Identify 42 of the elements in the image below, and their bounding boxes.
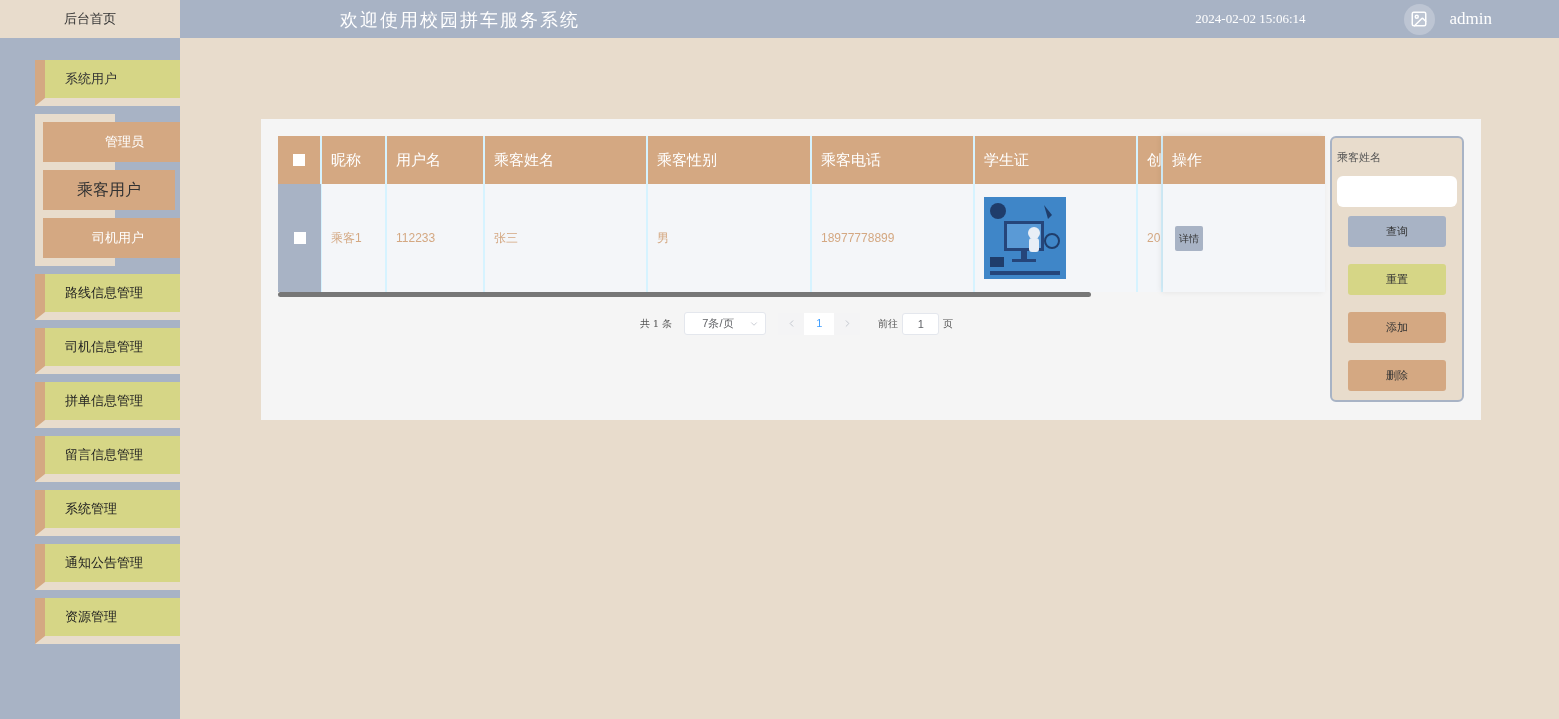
search-label: 乘客姓名	[1337, 150, 1382, 166]
page-size-select[interactable]: 7条/页	[684, 312, 767, 335]
brand-link[interactable]: 后台首页	[0, 0, 180, 38]
action-button[interactable]: 查询	[1348, 215, 1446, 247]
scrollbar[interactable]	[278, 292, 1091, 297]
row-checkbox[interactable]	[293, 232, 306, 244]
page-suffix: 页	[943, 317, 954, 331]
action-button[interactable]: 重置	[1348, 263, 1446, 295]
goto-page-field[interactable]: 1	[902, 312, 940, 335]
table-cell-text: 18977778899	[821, 230, 895, 247]
column-header: 用户名	[396, 149, 441, 170]
table-cell-text: 20	[1147, 230, 1161, 247]
sidebar-item[interactable]: 系统用户	[35, 60, 180, 106]
sidebar-item[interactable]: 拼单信息管理	[35, 382, 180, 428]
window-title: 欢迎使用校园拼车服务系统	[340, 7, 580, 32]
submenu-item[interactable]: 乘客用户	[43, 170, 175, 210]
column-header: 创	[1147, 149, 1161, 170]
sidebar-item[interactable]: 资源管理	[35, 598, 180, 644]
search-field[interactable]	[1337, 175, 1457, 207]
column-header: 乘客电话	[821, 149, 881, 170]
column-header: 操作	[1172, 149, 1202, 170]
column-header: 乘客姓名	[494, 149, 554, 170]
table-cell-text: 张三	[494, 230, 518, 247]
column-header: 乘客性别	[657, 149, 717, 170]
datetime-text: 2024-02-02 15:06:14	[1195, 10, 1306, 29]
sidebar-item[interactable]: 路线信息管理	[35, 274, 180, 320]
table-cell-text: 男	[657, 230, 669, 247]
sidebar-item[interactable]: 系统管理	[35, 490, 180, 536]
sidebar-item[interactable]: 留言信息管理	[35, 436, 180, 482]
details-button[interactable]: 详情	[1175, 225, 1203, 251]
action-button[interactable]: 添加	[1348, 311, 1446, 343]
sidebar-item[interactable]: 通知公告管理	[35, 544, 180, 590]
column-header: 昵称	[331, 149, 361, 170]
table-cell-text: 乘客1	[331, 230, 362, 247]
sidebar-item[interactable]: 司机信息管理	[35, 328, 180, 374]
column-header: 学生证	[984, 149, 1029, 170]
table-cell-text: 112233	[396, 230, 436, 247]
goto-label: 前往	[878, 317, 899, 331]
avatar-icon[interactable]	[1403, 3, 1435, 35]
action-button[interactable]: 删除	[1348, 359, 1446, 391]
select-all-checkbox[interactable]	[293, 154, 305, 166]
total-count: 共 1 条	[639, 317, 673, 331]
